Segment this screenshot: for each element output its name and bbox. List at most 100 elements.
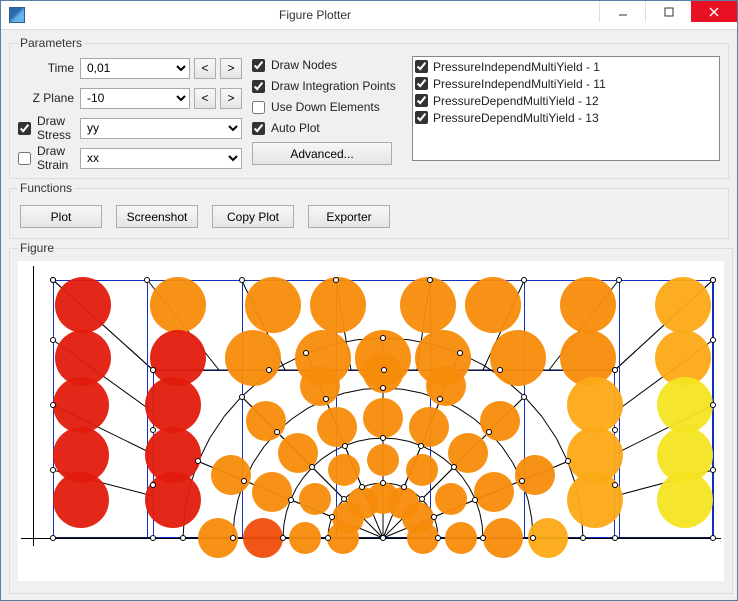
mesh-node: [380, 435, 386, 441]
mesh-node: [427, 277, 433, 283]
draw-nodes-checkbox[interactable]: [252, 59, 265, 72]
mesh-node: [710, 277, 716, 283]
time-next-button[interactable]: >: [220, 58, 242, 79]
integration-point: [367, 444, 399, 476]
mesh-node: [323, 396, 329, 402]
figure-group: Figure: [9, 241, 733, 594]
mesh-node: [180, 535, 186, 541]
mesh-node: [380, 335, 386, 341]
draw-strain-checkbox[interactable]: [18, 152, 31, 165]
integration-point: [252, 472, 292, 512]
integration-point: [474, 472, 514, 512]
mesh-node: [380, 385, 386, 391]
mesh-node: [230, 535, 236, 541]
mesh-node: [435, 535, 441, 541]
stress-component-select[interactable]: yy: [80, 118, 242, 139]
material-checkbox[interactable]: [415, 77, 428, 90]
auto-plot-checkbox[interactable]: [252, 122, 265, 135]
screenshot-button[interactable]: Screenshot: [116, 205, 198, 228]
mesh-node: [144, 277, 150, 283]
zplane-select[interactable]: -10: [80, 88, 190, 109]
draw-nodes-checkbox-label[interactable]: Draw Nodes: [252, 58, 402, 72]
mesh-node: [401, 484, 407, 490]
mesh-node: [612, 482, 618, 488]
mesh-node: [266, 367, 272, 373]
maximize-button[interactable]: [645, 1, 691, 22]
mesh-node: [380, 535, 386, 541]
integration-point: [490, 330, 546, 386]
time-label: Time: [18, 61, 76, 75]
use-down-checkbox[interactable]: [252, 101, 265, 114]
integration-point: [310, 277, 366, 333]
auto-plot-checkbox-label[interactable]: Auto Plot: [252, 121, 402, 135]
draw-ip-checkbox[interactable]: [252, 80, 265, 93]
material-item[interactable]: PressureIndependMultiYield - 11: [415, 75, 717, 92]
material-checkbox[interactable]: [415, 111, 428, 124]
figure-legend: Figure: [18, 241, 56, 255]
integration-point: [483, 518, 523, 558]
time-select[interactable]: 0,01: [80, 58, 190, 79]
mesh-node: [580, 535, 586, 541]
mesh-node: [241, 478, 247, 484]
mesh-node: [710, 337, 716, 343]
mesh-node: [565, 458, 571, 464]
mesh-node: [381, 367, 387, 373]
mesh-node: [303, 350, 309, 356]
close-button[interactable]: [691, 1, 737, 22]
mesh-node: [431, 514, 437, 520]
mesh-node: [333, 277, 339, 283]
figure-canvas[interactable]: [18, 261, 724, 581]
use-down-checkbox-label[interactable]: Use Down Elements: [252, 100, 402, 114]
integration-point: [445, 522, 477, 554]
mesh-node: [486, 429, 492, 435]
integration-point: [657, 472, 713, 528]
app-icon: [9, 7, 25, 23]
material-checkbox[interactable]: [415, 94, 428, 107]
draw-stress-checkbox-label[interactable]: Draw Stress: [18, 114, 76, 142]
title-bar: Figure Plotter: [1, 1, 737, 30]
mesh-node: [451, 464, 457, 470]
materials-listbox[interactable]: PressureIndependMultiYield - 1 PressureIn…: [412, 56, 720, 161]
material-checkbox[interactable]: [415, 60, 428, 73]
mesh-node: [341, 496, 347, 502]
mesh-node: [195, 458, 201, 464]
minimize-button[interactable]: [599, 1, 645, 22]
mesh-node: [50, 402, 56, 408]
integration-point: [225, 330, 281, 386]
copy-plot-button[interactable]: Copy Plot: [212, 205, 294, 228]
integration-point: [363, 398, 403, 438]
plot-button[interactable]: Plot: [20, 205, 102, 228]
mesh-node: [418, 443, 424, 449]
advanced-button[interactable]: Advanced...: [252, 142, 392, 165]
integration-point: [145, 472, 201, 528]
strain-component-select[interactable]: xx: [80, 148, 242, 169]
mesh-node: [50, 337, 56, 343]
mesh-node: [50, 467, 56, 473]
integration-point: [145, 377, 201, 433]
mesh-node: [150, 367, 156, 373]
material-item[interactable]: PressureDependMultiYield - 12: [415, 92, 717, 109]
parameters-group: Parameters Time 0,01 < > Z Plane -10 < >…: [9, 36, 729, 179]
material-label: PressureIndependMultiYield - 11: [433, 77, 606, 91]
zplane-prev-button[interactable]: <: [194, 88, 216, 109]
draw-stress-checkbox[interactable]: [18, 122, 31, 135]
integration-point: [246, 401, 286, 441]
zplane-next-button[interactable]: >: [220, 88, 242, 109]
integration-point: [289, 522, 321, 554]
exporter-button[interactable]: Exporter: [308, 205, 390, 228]
mesh-node: [150, 535, 156, 541]
integration-point: [55, 277, 111, 333]
mesh-node: [519, 478, 525, 484]
material-item[interactable]: PressureIndependMultiYield - 1: [415, 58, 717, 75]
draw-ip-checkbox-label[interactable]: Draw Integration Points: [252, 79, 402, 93]
integration-point: [567, 472, 623, 528]
integration-point: [465, 277, 521, 333]
draw-strain-checkbox-label[interactable]: Draw Strain: [18, 144, 76, 172]
mesh-node: [612, 427, 618, 433]
time-prev-button[interactable]: <: [194, 58, 216, 79]
material-item[interactable]: PressureDependMultiYield - 13: [415, 109, 717, 126]
integration-point: [317, 407, 357, 447]
mesh-node: [472, 497, 478, 503]
mesh-node: [359, 484, 365, 490]
mesh-node: [521, 394, 527, 400]
